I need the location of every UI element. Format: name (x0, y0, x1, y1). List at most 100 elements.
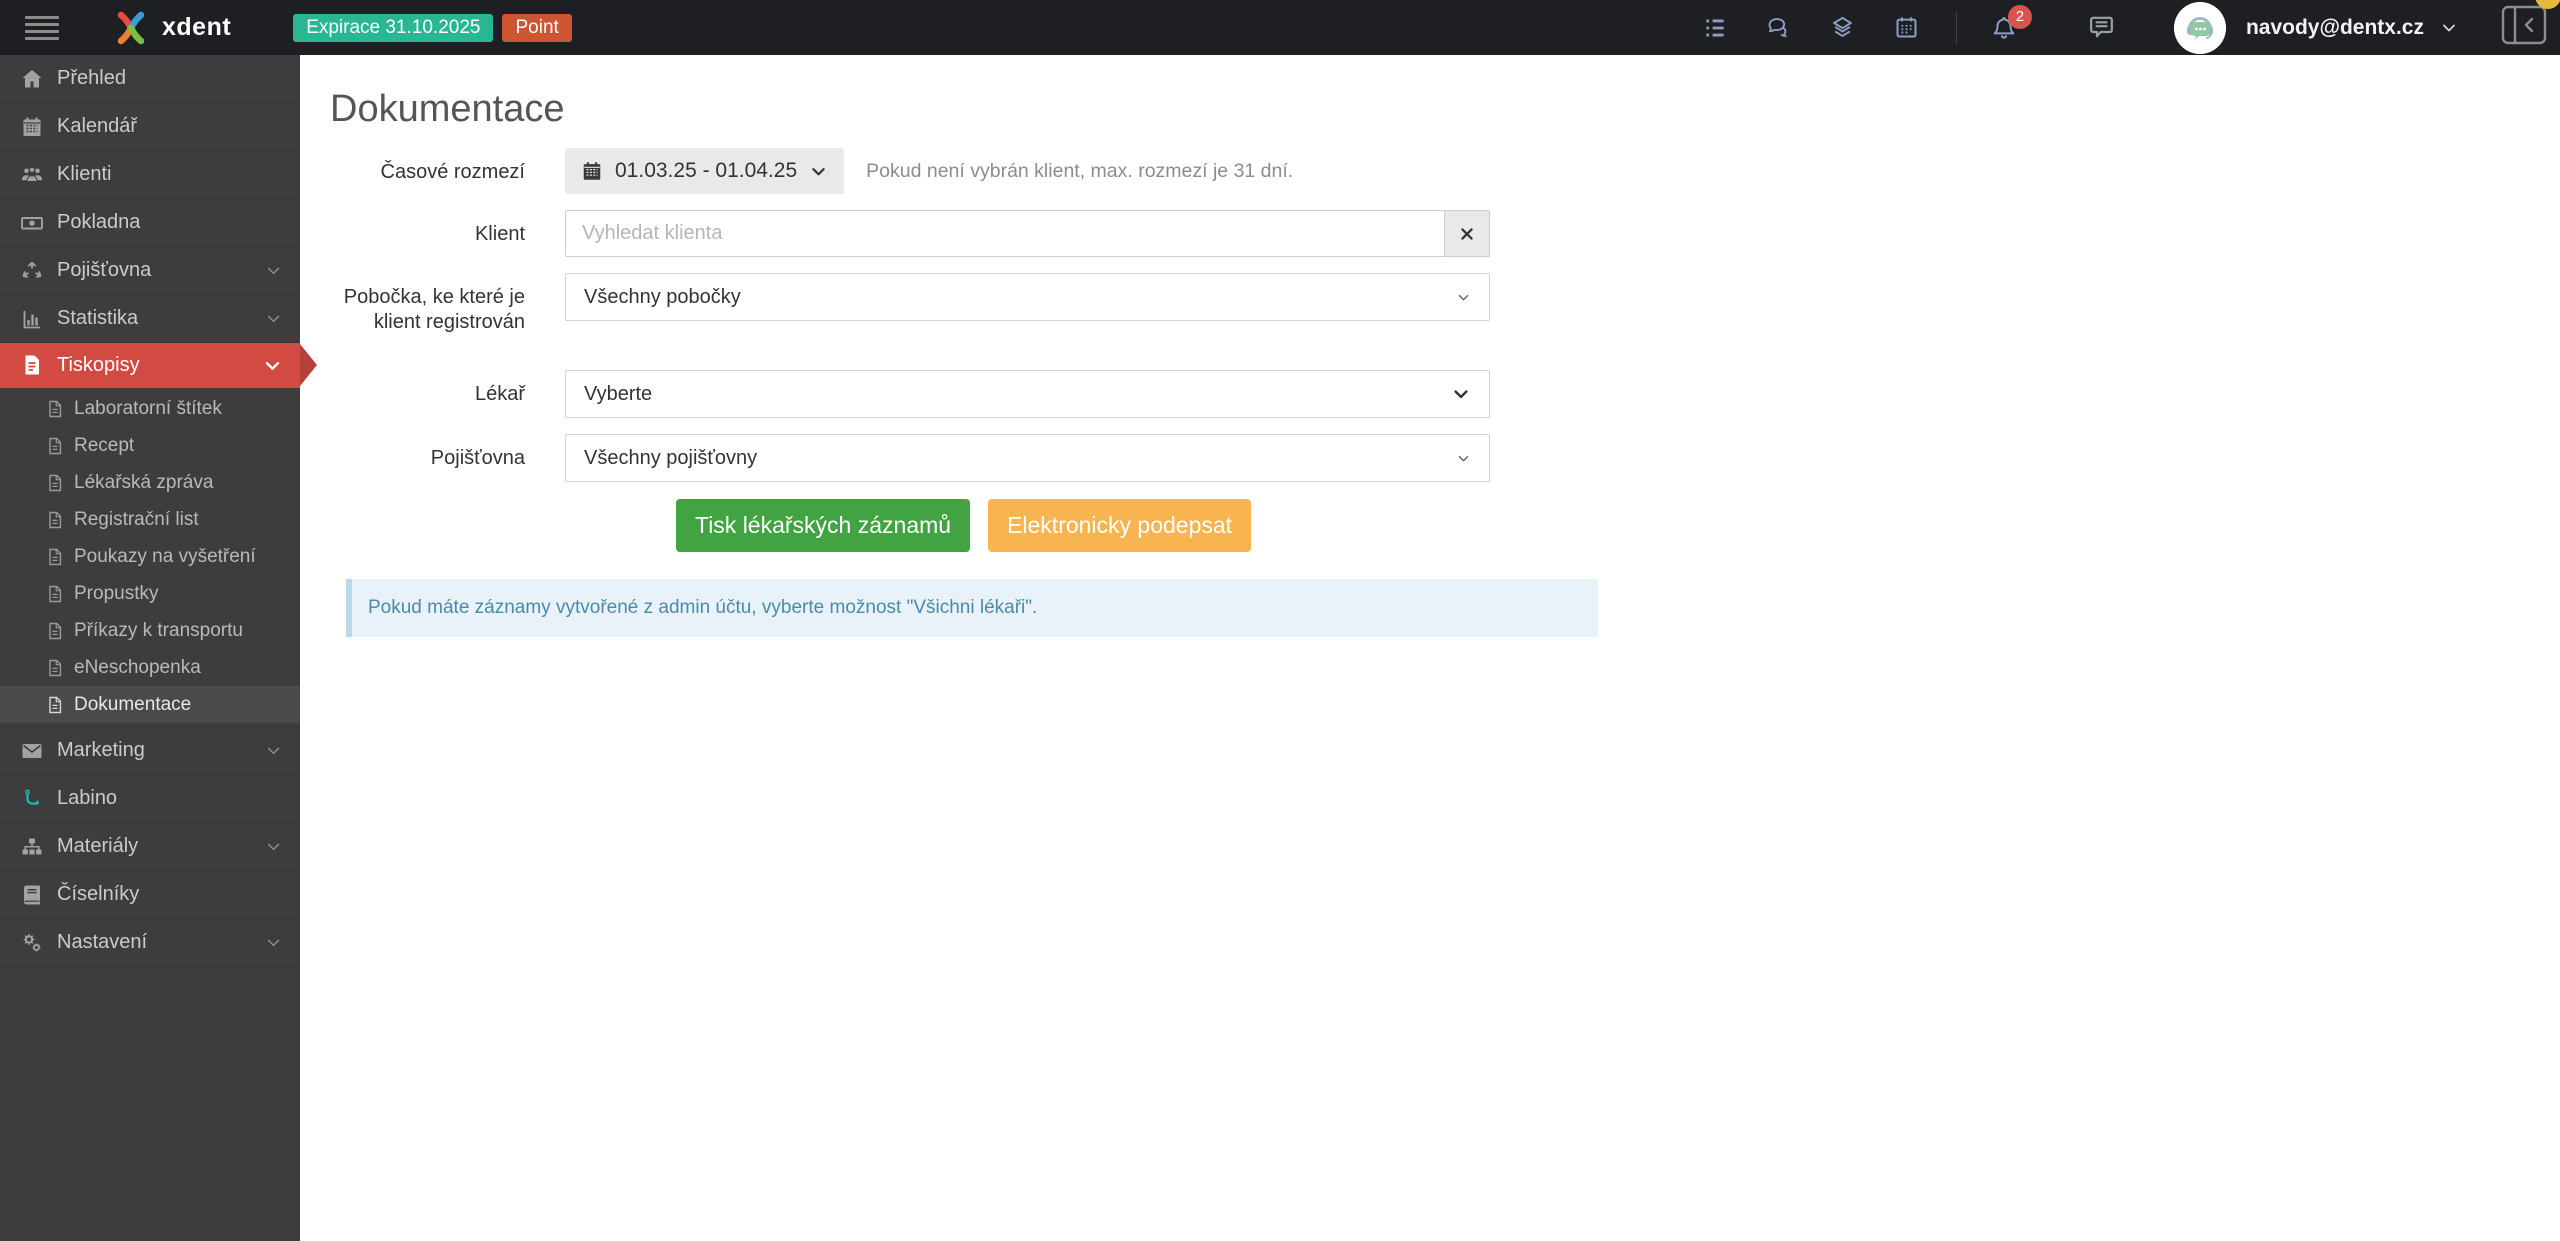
gears-icon (20, 931, 44, 955)
submenu-item-propustky[interactable]: Propustky (0, 575, 300, 612)
sidebar-item-label: Pokladna (57, 211, 141, 233)
date-range-picker[interactable]: 01.03.25 - 01.04.25 (565, 148, 845, 194)
info-box: Pokud máte záznamy vytvořené z admin účt… (346, 579, 1598, 637)
sidebar-item-klienti[interactable]: Klienti (0, 151, 300, 199)
sidebar-item-pokladna[interactable]: Pokladna (0, 199, 300, 247)
action-buttons: Tisk lékařských záznamů Elektronicky pod… (676, 499, 2560, 552)
chevron-down-icon (1456, 451, 1471, 466)
sidebar-item-materialy[interactable]: Materiály (0, 823, 300, 871)
notification-badge: 2 (2007, 4, 2032, 29)
file-icon (45, 621, 65, 641)
envelope-icon (20, 739, 44, 763)
layers-icon[interactable] (1829, 14, 1856, 41)
sidebar-item-label: Statistika (57, 307, 139, 329)
sidebar-item-label: Marketing (57, 739, 145, 761)
chevron-down-icon (265, 742, 282, 759)
close-icon (1461, 227, 1473, 240)
file-icon (45, 399, 65, 419)
client-search-input[interactable] (565, 210, 1445, 257)
recycle-icon (20, 259, 44, 283)
sign-electronically-button[interactable]: Elektronicky podepsat (988, 499, 1252, 552)
chat-bubbles-icon[interactable] (1765, 14, 1792, 41)
menu-toggle-button[interactable] (25, 15, 59, 40)
list-icon[interactable] (1702, 15, 1728, 41)
branch-select[interactable]: Všechny pobočky (565, 273, 1490, 321)
date-range-label: Časové rozmezí (380, 161, 526, 183)
submenu-item-eneschopenka[interactable]: eNeschopenka (0, 649, 300, 686)
submenu-item-registracni-list[interactable]: Registrační list (0, 501, 300, 538)
doctor-label: Lékař (474, 383, 525, 405)
branch-select-value: Všechny pobočky (584, 285, 741, 308)
messages-button[interactable] (2086, 12, 2117, 43)
sidebar-item-marketing[interactable]: Marketing (0, 727, 300, 775)
calendar-icon[interactable] (1893, 14, 1920, 41)
point-badge[interactable]: Point (502, 13, 572, 42)
file-icon (45, 510, 65, 530)
date-range-hint: Pokud není vybrán klient, max. rozmezí j… (866, 159, 1294, 182)
submenu-item-poukazy-na-vysetreni[interactable]: Poukazy na vyšetření (0, 538, 300, 575)
submenu-item-label: Dokumentace (74, 693, 192, 715)
sidebar-item-prehled[interactable]: Přehled (0, 55, 300, 103)
topbar-divider (1955, 11, 1957, 44)
submenu-item-label: Propustky (74, 582, 159, 604)
submenu-item-laboratorni-stitek[interactable]: Laboratorní štítek (0, 390, 300, 427)
insurance-select[interactable]: Všechny pojišťovny (565, 434, 1490, 482)
chevron-down-icon (265, 262, 282, 279)
print-records-button[interactable]: Tisk lékařských záznamů (676, 499, 971, 552)
avatar[interactable] (2173, 1, 2226, 54)
panel-toggle-icon (2501, 5, 2547, 45)
speech-bubble-icon (2090, 16, 2113, 38)
date-range-value: 01.03.25 - 01.04.25 (615, 159, 798, 182)
file-icon (45, 547, 65, 567)
sidebar-item-pojistovna[interactable]: Pojišťovna (0, 247, 300, 295)
submenu-item-recept[interactable]: Recept (0, 427, 300, 464)
sidebar-item-label: Přehled (57, 67, 126, 89)
sidebar-item-label: Klienti (57, 163, 112, 185)
brand-logo[interactable]: xdent (111, 8, 231, 48)
client-row: Klient (300, 210, 2560, 257)
submenu-item-dokumentace[interactable]: Dokumentace (0, 686, 300, 723)
main-content: Dokumentace Časové rozmezí 01.03.25 - 01… (300, 55, 2560, 637)
doctor-select[interactable]: Vyberte (565, 370, 1490, 418)
submenu-item-label: Laboratorní štítek (74, 397, 222, 419)
sidebar-item-label: Nastavení (57, 931, 148, 953)
chevron-down-icon (812, 167, 825, 175)
banknote-icon (20, 211, 44, 235)
date-range-row: Časové rozmezí 01.03.25 - 01.04.25 Pokud… (300, 148, 2560, 194)
collapse-panel-button[interactable]: 2 (2501, 0, 2560, 50)
doctor-select-value: Vyberte (584, 382, 653, 405)
active-item-arrow (300, 344, 317, 386)
sidebar-item-label: Labino (57, 787, 118, 809)
users-icon (20, 163, 44, 187)
support-avatar-icon (2173, 1, 2226, 54)
file-icon (45, 695, 65, 715)
sidebar: Přehled Kalendář Klienti Pokladna Pojišť… (0, 55, 317, 1241)
submenu-item-lekarska-zprava[interactable]: Lékařská zpráva (0, 464, 300, 501)
sidebar-item-label: Číselníky (57, 883, 140, 905)
submenu-item-label: Registrační list (74, 508, 199, 530)
clear-client-button[interactable] (1445, 210, 1490, 257)
expiration-badge: Expirace 31.10.2025 (293, 13, 494, 42)
bar-chart-icon (20, 307, 44, 331)
notifications-button[interactable]: 2 (1990, 4, 2032, 42)
sitemap-icon (20, 835, 44, 859)
insurance-row: Pojišťovna Všechny pojišťovny (300, 434, 2560, 482)
sidebar-item-labino[interactable]: Labino (0, 775, 300, 823)
chevron-down-icon (265, 838, 282, 855)
user-email[interactable]: navody@dentx.cz (2246, 16, 2424, 40)
user-menu-chevron-icon[interactable] (2439, 18, 2459, 38)
sidebar-item-tiskopisy[interactable]: Tiskopisy (0, 343, 317, 388)
file-icon (45, 584, 65, 604)
doctor-row: Lékař Vyberte (300, 370, 2560, 418)
sidebar-item-kalendar[interactable]: Kalendář (0, 103, 300, 151)
sidebar-item-label: Materiály (57, 835, 139, 857)
chevron-down-icon (263, 356, 282, 375)
info-message: Pokud máte záznamy vytvořené z admin účt… (368, 597, 1038, 618)
sidebar-item-ciselniky[interactable]: Číselníky (0, 871, 300, 919)
sidebar-item-nastaveni[interactable]: Nastavení (0, 919, 300, 967)
submenu-item-prikazy-k-transportu[interactable]: Příkazy k transportu (0, 612, 300, 649)
labino-icon (20, 787, 44, 811)
sidebar-item-statistika[interactable]: Statistika (0, 295, 300, 343)
file-icon (45, 658, 65, 678)
submenu-item-label: Recept (74, 434, 135, 456)
